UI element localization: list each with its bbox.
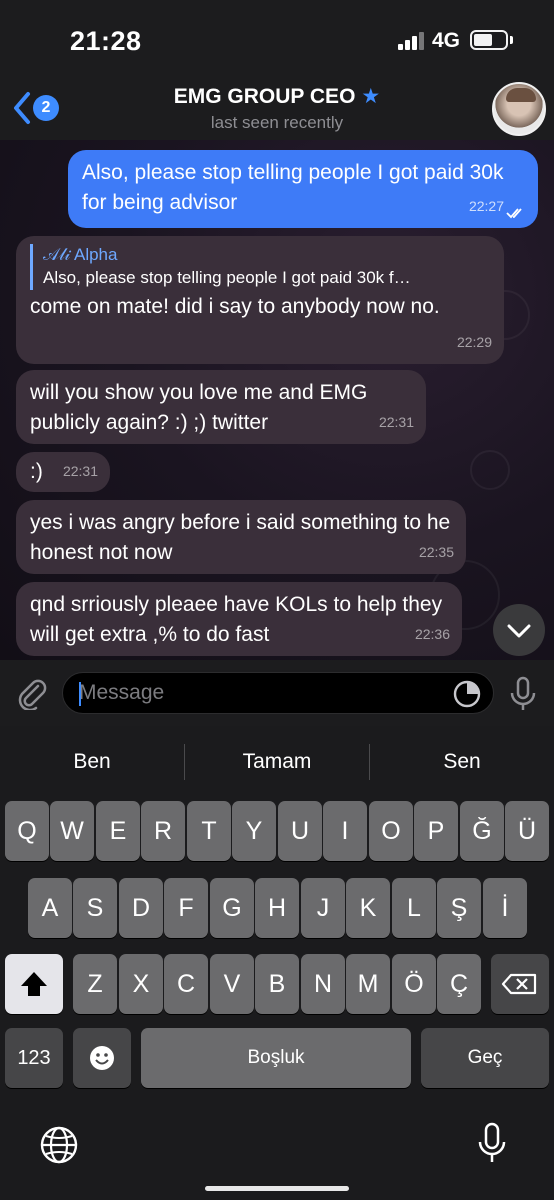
key-x[interactable]: X <box>119 954 163 1014</box>
key-w[interactable]: W <box>50 801 94 861</box>
key-f[interactable]: F <box>164 878 208 938</box>
message-text: Also, please stop telling people I got p… <box>82 161 504 214</box>
text-cursor <box>79 682 81 706</box>
message-text: come on mate! did i say to anybody now n… <box>30 295 440 318</box>
message-text: will you show you love me and EMG public… <box>30 381 368 434</box>
key-i-dotted[interactable]: İ <box>483 878 527 938</box>
read-receipt-icon <box>506 208 522 219</box>
key-q[interactable]: Q <box>5 801 49 861</box>
key-p[interactable]: P <box>414 801 458 861</box>
message-bubble-outgoing[interactable]: Also, please stop telling people I got p… <box>68 150 538 228</box>
message-bubble-incoming[interactable]: will you show you love me and EMG public… <box>16 370 426 444</box>
message-time: 22:31 <box>378 414 414 430</box>
return-key[interactable]: Geç <box>421 1028 549 1088</box>
shift-arrow-icon <box>21 972 47 996</box>
chat-header: 2 EMG GROUP CEO ★ last seen recently <box>0 78 554 140</box>
suggestion-item[interactable]: Ben <box>0 750 184 774</box>
microphone-icon[interactable] <box>508 676 538 712</box>
suggestion-bar: Ben Tamam Sen <box>0 726 554 802</box>
key-j[interactable]: J <box>301 878 345 938</box>
network-type: 4G <box>432 29 461 52</box>
dictation-microphone-icon[interactable] <box>478 1122 506 1166</box>
key-c[interactable]: C <box>164 954 208 1014</box>
key-c-cedilla[interactable]: Ç <box>437 954 481 1014</box>
shift-key[interactable] <box>5 954 63 1014</box>
battery-icon <box>470 30 508 50</box>
key-y[interactable]: Y <box>232 801 276 861</box>
message-text: yes i was angry before i said something … <box>30 511 451 564</box>
cellular-signal-icon <box>398 32 426 50</box>
key-g-breve[interactable]: Ğ <box>460 801 504 861</box>
emoji-icon <box>90 1046 114 1070</box>
status-bar: 21:28 4G <box>0 0 554 78</box>
message-time: 22:31 <box>62 463 98 479</box>
status-time: 21:28 <box>70 26 142 56</box>
key-s[interactable]: S <box>73 878 117 938</box>
key-g[interactable]: G <box>210 878 254 938</box>
reply-quote[interactable]: 𝒜𝓁𝒾 Alpha Also, please stop telling peop… <box>30 244 490 290</box>
suggestion-item[interactable]: Sen <box>370 750 554 774</box>
key-i[interactable]: I <box>323 801 367 861</box>
message-text: qnd srriously pleaee have KOLs to help t… <box>30 593 443 646</box>
message-time: 22:27 <box>468 198 504 214</box>
backspace-key[interactable] <box>491 954 549 1014</box>
space-key[interactable]: Boşluk <box>141 1028 411 1088</box>
key-z[interactable]: Z <box>73 954 117 1014</box>
key-m[interactable]: M <box>346 954 390 1014</box>
emoji-key[interactable] <box>73 1028 131 1088</box>
chevron-down-icon <box>507 624 531 638</box>
message-time: 22:29 <box>456 334 492 350</box>
message-bubble-incoming[interactable]: :) 22:31 <box>16 452 110 492</box>
premium-star-icon: ★ <box>361 85 381 108</box>
chat-area[interactable]: Also, please stop telling people I got p… <box>0 140 554 660</box>
keyboard: Ben Tamam Sen Q W E R T Y U I O P Ğ Ü A … <box>0 726 554 1200</box>
chat-title-wrap[interactable]: EMG GROUP CEO ★ <box>0 84 554 109</box>
key-h[interactable]: H <box>255 878 299 938</box>
key-r[interactable]: R <box>141 801 185 861</box>
reply-sender: 𝒜𝓁𝒾 Alpha <box>43 245 118 264</box>
message-bubble-incoming[interactable]: yes i was angry before i said something … <box>16 500 466 574</box>
battery-nub <box>510 36 513 44</box>
key-t[interactable]: T <box>187 801 231 861</box>
reply-text: Also, please stop telling people I got p… <box>43 268 411 287</box>
key-v[interactable]: V <box>210 954 254 1014</box>
message-time: 22:36 <box>414 626 450 642</box>
backspace-icon <box>501 973 537 995</box>
composer-bar <box>0 660 554 726</box>
key-s-cedilla[interactable]: Ş <box>437 878 481 938</box>
home-indicator[interactable] <box>205 1186 349 1191</box>
chat-title[interactable]: EMG GROUP CEO <box>174 85 356 108</box>
key-l[interactable]: L <box>392 878 436 938</box>
key-u[interactable]: U <box>278 801 322 861</box>
key-n[interactable]: N <box>301 954 345 1014</box>
chat-subtitle: last seen recently <box>210 113 344 132</box>
globe-icon[interactable] <box>38 1124 80 1166</box>
key-k[interactable]: K <box>346 878 390 938</box>
scroll-down-button[interactable] <box>493 604 545 656</box>
key-b[interactable]: B <box>255 954 299 1014</box>
message-input[interactable] <box>62 672 494 714</box>
numbers-key[interactable]: 123 <box>5 1028 63 1088</box>
key-d[interactable]: D <box>119 878 163 938</box>
key-u-umlaut[interactable]: Ü <box>505 801 549 861</box>
message-bubble-incoming[interactable]: qnd srriously pleaee have KOLs to help t… <box>16 582 462 656</box>
avatar[interactable] <box>492 82 546 136</box>
key-o-umlaut[interactable]: Ö <box>392 954 436 1014</box>
key-e[interactable]: E <box>96 801 140 861</box>
suggestion-item[interactable]: Tamam <box>185 750 369 774</box>
message-bubble-incoming[interactable]: 𝒜𝓁𝒾 Alpha Also, please stop telling peop… <box>16 236 504 364</box>
message-time: 22:35 <box>418 544 454 560</box>
key-o[interactable]: O <box>369 801 413 861</box>
sticker-icon[interactable] <box>453 680 481 708</box>
key-a[interactable]: A <box>28 878 72 938</box>
paperclip-icon[interactable] <box>14 676 48 710</box>
